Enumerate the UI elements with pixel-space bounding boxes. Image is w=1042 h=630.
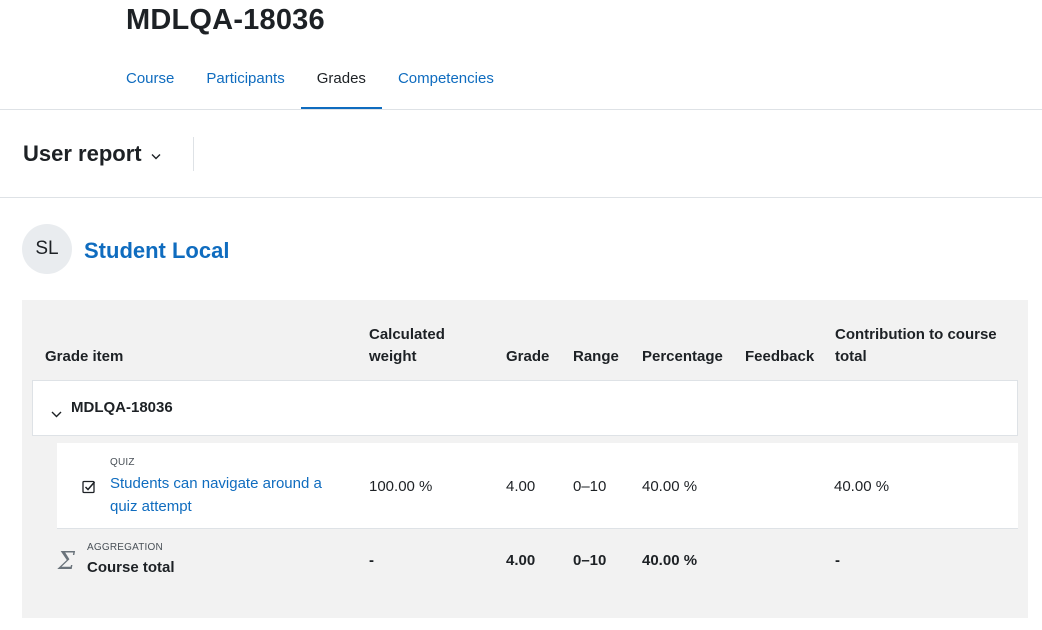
total-contribution: -	[835, 552, 840, 569]
header-contribution: Contribution to course total	[835, 324, 997, 368]
total-weight: -	[369, 552, 374, 569]
tab-participants[interactable]: Participants	[190, 56, 300, 110]
header-grade: Grade	[506, 348, 550, 365]
item-contribution: 40.00 %	[834, 478, 890, 495]
header-weight-line2: weight	[369, 348, 417, 365]
report-selector-dropdown[interactable]: User report	[23, 141, 161, 167]
aggregation-type-label: AGGREGATION	[87, 542, 163, 553]
tab-competencies[interactable]: Competencies	[382, 56, 510, 110]
item-range: 0–10	[573, 478, 607, 495]
header-calculated-weight: Calculated weight	[369, 324, 445, 368]
total-percentage: 40.00 %	[642, 552, 698, 569]
course-total-row: Σ AGGREGATION Course total - 4.00 0–10 4…	[32, 529, 1018, 593]
grade-item-link[interactable]: Students can navigate around a quiz atte…	[110, 472, 340, 518]
header-weight-line1: Calculated	[369, 326, 445, 343]
header-feedback: Feedback	[745, 348, 815, 365]
category-row: MDLQA-18036	[32, 380, 1018, 436]
item-grade: 4.00	[506, 478, 536, 495]
table-row: QUIZ Students can navigate around a quiz…	[57, 443, 1018, 529]
item-percentage: 40.00 %	[642, 478, 698, 495]
course-nav-tabs: Course Participants Grades Competencies	[110, 56, 510, 110]
header-contribution-line2: total	[835, 348, 867, 365]
avatar[interactable]: SL	[22, 224, 72, 274]
header-grade-item: Grade item	[45, 348, 124, 365]
chevron-down-icon[interactable]	[51, 405, 62, 423]
total-grade: 4.00	[506, 552, 536, 569]
category-name: MDLQA-18036	[71, 399, 173, 416]
chevron-down-icon	[151, 147, 161, 165]
tabs-divider	[0, 109, 1042, 110]
header-range: Range	[573, 348, 619, 365]
sigma-icon: Σ	[58, 547, 75, 575]
header-percentage: Percentage	[642, 348, 723, 365]
course-total-label: Course total	[87, 559, 175, 576]
tab-course[interactable]: Course	[110, 56, 190, 110]
user-name-link[interactable]: Student Local	[84, 238, 229, 264]
header-contribution-line1: Contribution to course	[835, 326, 997, 343]
report-header-divider	[0, 197, 1042, 198]
report-selector-label: User report	[23, 141, 142, 166]
total-range: 0–10	[573, 552, 607, 569]
tab-grades[interactable]: Grades	[300, 56, 383, 110]
item-type-label: QUIZ	[110, 457, 135, 468]
item-weight: 100.00 %	[369, 478, 433, 495]
page-title: MDLQA-18036	[126, 4, 325, 36]
quiz-checkbox-icon	[82, 480, 96, 499]
header-separator	[193, 137, 194, 171]
